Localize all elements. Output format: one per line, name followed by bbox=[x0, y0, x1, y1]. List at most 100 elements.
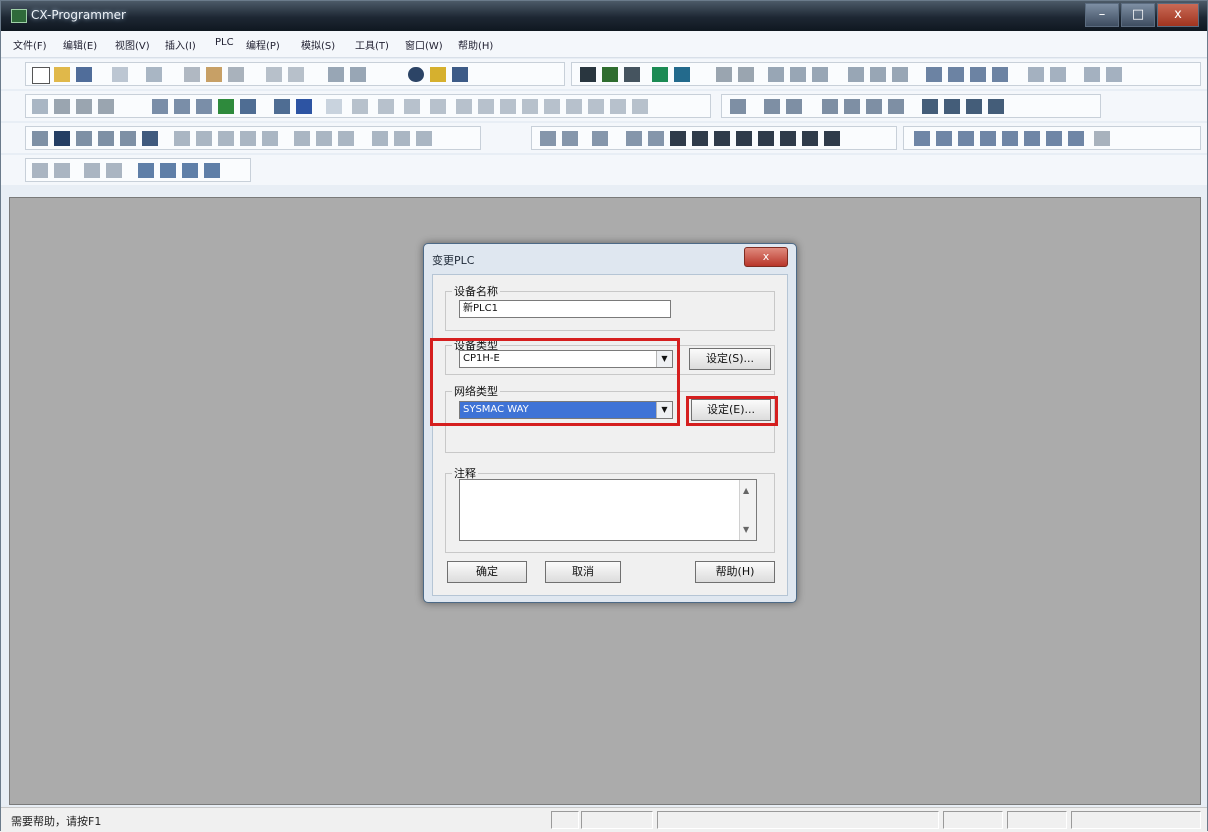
project-icon[interactable] bbox=[32, 131, 48, 146]
online-icon[interactable] bbox=[580, 67, 596, 82]
coil-nc-icon[interactable] bbox=[522, 99, 538, 114]
block-f-icon[interactable] bbox=[1024, 131, 1040, 146]
connection-icon[interactable] bbox=[588, 99, 604, 114]
save-icon[interactable] bbox=[76, 67, 92, 82]
symbol-icon[interactable] bbox=[274, 99, 290, 114]
force-on-icon[interactable] bbox=[870, 67, 886, 82]
select-icon[interactable] bbox=[326, 99, 342, 114]
minimize-button[interactable]: – bbox=[1085, 3, 1119, 27]
menu-window[interactable]: 窗口(W) bbox=[405, 37, 443, 52]
watch-icon[interactable] bbox=[296, 99, 312, 114]
block-a-icon[interactable] bbox=[914, 131, 930, 146]
comment-icon[interactable] bbox=[84, 163, 100, 178]
sim-h-icon[interactable] bbox=[922, 99, 938, 114]
address-icon[interactable] bbox=[98, 131, 114, 146]
zoom-in-icon[interactable] bbox=[76, 99, 92, 114]
outdent-icon[interactable] bbox=[54, 163, 70, 178]
output-icon[interactable] bbox=[54, 131, 70, 146]
help-icon[interactable] bbox=[430, 67, 446, 82]
memory-card-icon[interactable] bbox=[592, 131, 608, 146]
context-help-icon[interactable] bbox=[452, 67, 468, 82]
menu-edit[interactable]: 编辑(E) bbox=[63, 37, 97, 52]
data-trace-icon[interactable] bbox=[562, 131, 578, 146]
coil-icon[interactable] bbox=[500, 99, 516, 114]
ok-button[interactable]: 确定 bbox=[447, 561, 527, 583]
stop-icon[interactable] bbox=[692, 131, 708, 146]
uncomment-icon[interactable] bbox=[106, 163, 122, 178]
section-c-icon[interactable] bbox=[218, 131, 234, 146]
menu-insert[interactable]: 插入(I) bbox=[165, 37, 196, 52]
menu-simulate[interactable]: 模拟(S) bbox=[301, 37, 335, 52]
tool-a-icon[interactable] bbox=[1028, 67, 1044, 82]
maximize-button[interactable]: □ bbox=[1121, 3, 1155, 27]
io-table-icon[interactable] bbox=[926, 67, 942, 82]
redo-icon[interactable] bbox=[288, 67, 304, 82]
bookmark-c-icon[interactable] bbox=[182, 163, 198, 178]
mnemonic-icon[interactable] bbox=[240, 99, 256, 114]
sim-b-icon[interactable] bbox=[764, 99, 780, 114]
cycle-time-icon[interactable] bbox=[970, 67, 986, 82]
settings-table-icon[interactable] bbox=[948, 67, 964, 82]
monitor-mode-icon[interactable] bbox=[674, 67, 690, 82]
compile-c-icon[interactable] bbox=[338, 131, 354, 146]
menu-program[interactable]: 编程(P) bbox=[246, 37, 280, 52]
contact-nc-icon[interactable] bbox=[378, 99, 394, 114]
step-in-icon[interactable] bbox=[736, 131, 752, 146]
grid-icon[interactable] bbox=[152, 99, 168, 114]
cancel-button[interactable]: 取消 bbox=[545, 561, 621, 583]
sim-i-icon[interactable] bbox=[944, 99, 960, 114]
device-name-input[interactable]: 新PLC1 bbox=[459, 300, 671, 318]
menu-view[interactable]: 视图(V) bbox=[115, 37, 150, 52]
contact-ornc-icon[interactable] bbox=[430, 99, 446, 114]
work-online-icon[interactable] bbox=[624, 67, 640, 82]
step-out-icon[interactable] bbox=[780, 131, 796, 146]
sim-k-icon[interactable] bbox=[988, 99, 1004, 114]
compile-a-icon[interactable] bbox=[294, 131, 310, 146]
compile-b-icon[interactable] bbox=[316, 131, 332, 146]
error-log-icon[interactable] bbox=[992, 67, 1008, 82]
upload-icon[interactable] bbox=[790, 67, 806, 82]
cross-ref-icon[interactable] bbox=[142, 131, 158, 146]
sim-e-icon[interactable] bbox=[844, 99, 860, 114]
section-b-icon[interactable] bbox=[196, 131, 212, 146]
pause-icon[interactable] bbox=[738, 67, 754, 82]
sim-c-icon[interactable] bbox=[786, 99, 802, 114]
edge-icon[interactable] bbox=[610, 99, 626, 114]
reset-icon[interactable] bbox=[626, 131, 642, 146]
block-c-icon[interactable] bbox=[958, 131, 974, 146]
memory-icon[interactable] bbox=[848, 67, 864, 82]
table-icon[interactable] bbox=[196, 99, 212, 114]
horizontal-line-icon[interactable] bbox=[478, 99, 494, 114]
cut-icon[interactable] bbox=[184, 67, 200, 82]
block-g-icon[interactable] bbox=[1046, 131, 1062, 146]
sim-f-icon[interactable] bbox=[866, 99, 882, 114]
force-off-icon[interactable] bbox=[892, 67, 908, 82]
fast-forward-icon[interactable] bbox=[802, 131, 818, 146]
zoom-icon[interactable] bbox=[32, 99, 48, 114]
paste-icon[interactable] bbox=[228, 67, 244, 82]
sim-g-icon[interactable] bbox=[888, 99, 904, 114]
indent-icon[interactable] bbox=[32, 163, 48, 178]
auto-online-icon[interactable] bbox=[602, 67, 618, 82]
skip-icon[interactable] bbox=[824, 131, 840, 146]
transfer-icon[interactable] bbox=[716, 67, 732, 82]
section-e-icon[interactable] bbox=[262, 131, 278, 146]
step-icon[interactable] bbox=[648, 131, 664, 146]
download-icon[interactable] bbox=[812, 67, 828, 82]
new-icon[interactable] bbox=[32, 67, 50, 84]
block-d-icon[interactable] bbox=[980, 131, 996, 146]
step-over-icon[interactable] bbox=[758, 131, 774, 146]
bookmark-a-icon[interactable] bbox=[138, 163, 154, 178]
program-mode-icon[interactable] bbox=[652, 67, 668, 82]
undo-icon[interactable] bbox=[266, 67, 282, 82]
section-d-icon[interactable] bbox=[240, 131, 256, 146]
bit-icon[interactable] bbox=[566, 99, 582, 114]
contact-or-icon[interactable] bbox=[404, 99, 420, 114]
open-icon[interactable] bbox=[54, 67, 70, 82]
sim-d-icon[interactable] bbox=[822, 99, 838, 114]
zoom-out-icon[interactable] bbox=[98, 99, 114, 114]
menu-help[interactable]: 帮助(H) bbox=[458, 37, 493, 52]
trace-icon[interactable] bbox=[540, 131, 556, 146]
run-icon[interactable] bbox=[670, 131, 686, 146]
search-icon[interactable] bbox=[328, 67, 344, 82]
